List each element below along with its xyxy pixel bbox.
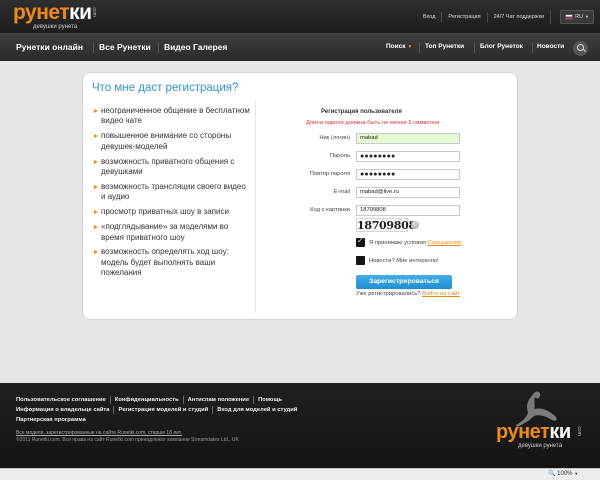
- password-label: Пароль: [329, 153, 350, 159]
- password-repeat-label: Повтор пароля: [309, 171, 350, 177]
- nav-item-all[interactable]: Все Рунетки: [99, 42, 151, 52]
- site-logo[interactable]: рунетки .com девушки рунета: [13, 1, 97, 30]
- footer-links-row: Пользовательское соглашение Конфиденциал…: [16, 396, 286, 404]
- nav-divider: [474, 43, 475, 53]
- nav-divider: [532, 43, 533, 53]
- nav-item-blog[interactable]: Блог Рунеток: [480, 43, 523, 50]
- logo-text-part1: рунет: [13, 1, 70, 24]
- chevron-down-icon: ▼: [574, 471, 579, 476]
- footer-logo-text-part2: ки: [549, 421, 571, 443]
- nav-item-search-label: Поиск: [386, 43, 406, 50]
- chevron-down-icon: ▼: [585, 13, 589, 19]
- support-chat-link[interactable]: 24/7 Чат поддержки: [486, 11, 551, 22]
- nav-item-video-gallery[interactable]: Видео Галерея: [164, 42, 227, 52]
- nav-divider: [93, 43, 94, 53]
- footer-link-privacy[interactable]: Конфиденциальность: [109, 396, 183, 404]
- footer-link-user-agreement[interactable]: Пользовательское соглашение: [16, 396, 110, 404]
- nav-divider: [158, 43, 159, 53]
- logo-text-part2: ки: [69, 1, 92, 24]
- nav-item-news[interactable]: Новости: [537, 43, 564, 50]
- nick-input[interactable]: mabad: [356, 133, 460, 144]
- benefits-list: неограниченное общение в бесплатном виде…: [92, 106, 252, 283]
- registration-card: Что мне даст регистрация? неограниченное…: [82, 72, 518, 320]
- benefit-item: повышенное внимание со стороны девушек-м…: [92, 131, 252, 152]
- browser-status-bar: 🔍 100% ▼: [0, 468, 600, 480]
- nav-item-online[interactable]: Рунетки онлайн: [16, 42, 83, 52]
- footer-link-antispam[interactable]: Антиспам положение: [182, 396, 253, 404]
- footer-links-row: Партнерская программа: [16, 416, 90, 424]
- zoom-icon: 🔍: [548, 471, 556, 477]
- form-error-message: Длина пароля должна быть не менее 5 симв…: [306, 120, 440, 126]
- login-link[interactable]: Вход: [417, 12, 441, 22]
- login-site-link[interactable]: Войти на сайт: [422, 291, 460, 297]
- benefit-item: возможность трансляции своего видео и ау…: [92, 182, 252, 203]
- form-title: Регистрация пользователя: [321, 109, 402, 115]
- benefit-item: просмотр приватных шоу в записи: [92, 207, 252, 217]
- footer-link-partners[interactable]: Партнерская программа: [16, 416, 90, 424]
- logo-domain: .com: [91, 6, 97, 17]
- footer-link-help[interactable]: Помощь: [253, 396, 286, 404]
- footer-logo-domain: .com: [576, 425, 582, 436]
- russia-flag-icon: [565, 13, 574, 20]
- caret-down-icon: ▼: [407, 44, 413, 50]
- email-input[interactable]: mabad@live.ru: [356, 187, 460, 198]
- nav-item-top[interactable]: Топ Рунетки: [425, 43, 464, 50]
- email-label: E-mail: [333, 189, 350, 195]
- copyright-text: ©2011 Runetki.com. Все права на сайт Run…: [16, 437, 239, 443]
- footer-link-model-login[interactable]: Вход для моделей и студий: [212, 406, 301, 414]
- terms-text: Я принимаю условия: [369, 240, 426, 246]
- footer-link-owner-info[interactable]: Информация о владельце сайта: [16, 406, 113, 414]
- footer-logo[interactable]: рунетки .com девушки рунета: [496, 421, 582, 449]
- register-link[interactable]: Регистрация: [441, 11, 486, 22]
- terms-link[interactable]: Соглашения: [428, 240, 461, 246]
- footer-logo-text-part1: рунет: [496, 421, 550, 443]
- age-notice-link[interactable]: Все модели, зарегистрированные на сайте …: [16, 430, 182, 436]
- language-code: RU: [575, 13, 584, 20]
- column-divider: [255, 101, 256, 313]
- captcha-code-input[interactable]: 18709808: [356, 205, 460, 216]
- already-text: Уже регистрировались?: [356, 291, 421, 297]
- news-checkbox[interactable]: [356, 256, 365, 265]
- footer-link-model-registration[interactable]: Регистрация моделей и студий: [113, 406, 212, 414]
- search-icon[interactable]: [573, 41, 588, 56]
- already-registered-text: Уже регистрировались? Войти на сайт: [356, 291, 460, 297]
- main-nav: Рунетки онлайн Все Рунетки Видео Галерея…: [0, 33, 600, 61]
- language-selector[interactable]: RU ▼: [550, 9, 600, 24]
- benefit-item: возможность приватного общения с девушка…: [92, 157, 252, 178]
- nick-label: Ник (логин): [319, 135, 350, 141]
- nav-item-search[interactable]: Поиск ▼: [386, 43, 412, 50]
- captcha-code-label: Код с картинки: [310, 207, 350, 213]
- footer-links-row: Информация о владельце сайта Регистрация…: [16, 406, 301, 414]
- footer-note: Все модели, зарегистрированные на сайте …: [16, 430, 239, 444]
- register-button[interactable]: Зарегистрироваться: [356, 275, 452, 289]
- captcha-image: 18709808: [356, 218, 416, 232]
- footer-logo-tagline: девушки рунета: [518, 443, 563, 449]
- password-repeat-input[interactable]: ●●●●●●●●: [356, 169, 460, 180]
- news-label: Новости? Мне интересно!: [369, 258, 439, 264]
- top-links: Вход Регистрация 24/7 Чат поддержки RU ▼: [417, 0, 600, 33]
- benefit-item: возможность определять ход шоу: модель б…: [92, 247, 252, 278]
- terms-label: Я принимаю условия Соглашения: [369, 240, 461, 246]
- zoom-level: 100%: [557, 471, 573, 477]
- nav-divider: [419, 43, 420, 53]
- benefit-item: «подглядывание» за моделями во время при…: [92, 222, 252, 243]
- refresh-captcha-icon[interactable]: ↻: [411, 221, 419, 229]
- terms-checkbox[interactable]: ✓: [356, 236, 365, 247]
- logo-tagline: девушки рунета: [33, 24, 78, 30]
- zoom-control[interactable]: 🔍 100% ▼: [548, 470, 578, 477]
- top-bar: рунетки .com девушки рунета Вход Регистр…: [0, 0, 600, 33]
- benefit-item: неограниченное общение в бесплатном виде…: [92, 106, 252, 127]
- benefits-title: Что мне даст регистрация?: [92, 82, 239, 94]
- footer: Пользовательское соглашение Конфиденциал…: [0, 383, 600, 468]
- password-input[interactable]: ●●●●●●●●: [356, 151, 460, 162]
- checkmark-icon: ✓: [357, 236, 364, 245]
